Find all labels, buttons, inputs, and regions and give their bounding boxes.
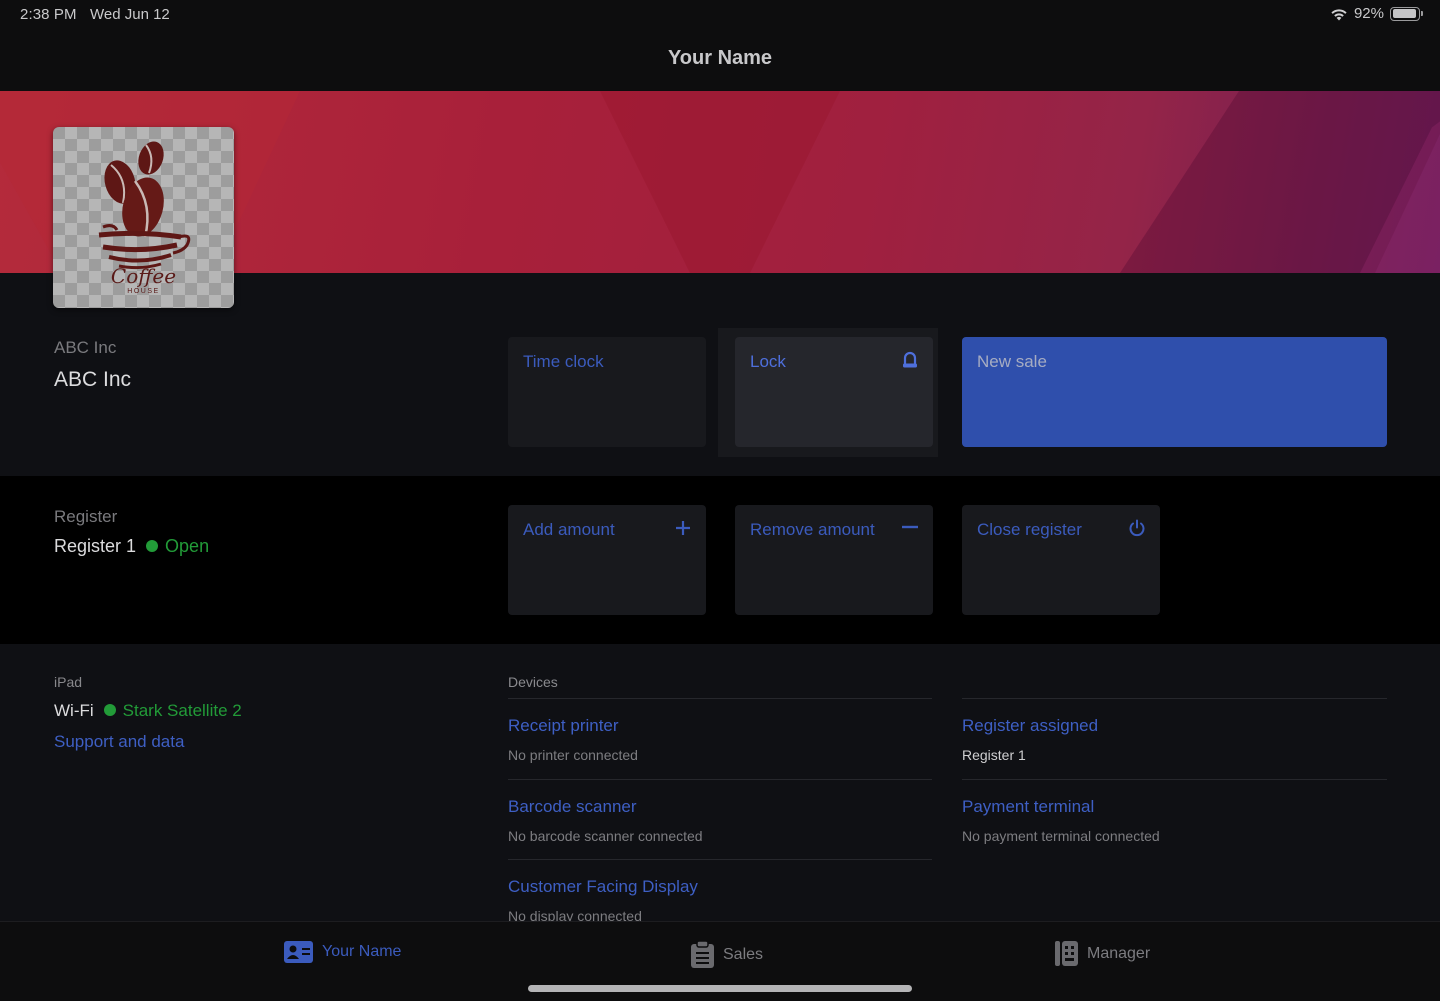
device-section: iPad Wi-Fi Stark Satellite 2 Support and … xyxy=(0,644,1440,921)
manager-binder-icon xyxy=(1055,941,1078,966)
divider xyxy=(508,698,932,699)
lock-button[interactable]: Lock xyxy=(735,337,933,447)
register-name: Register 1 xyxy=(54,536,137,556)
register-status: Open xyxy=(165,536,210,556)
payment-terminal-title[interactable]: Payment terminal xyxy=(962,797,1094,817)
banner-facet xyxy=(600,91,840,273)
divider xyxy=(962,698,1387,699)
wifi-label: Wi-Fi xyxy=(54,701,94,720)
minus-icon xyxy=(902,525,918,529)
time-clock-label: Time clock xyxy=(523,352,604,371)
lock-label: Lock xyxy=(750,352,786,371)
navigation-bar: Your Name xyxy=(0,30,1440,91)
page-title: Your Name xyxy=(667,47,773,69)
home-indicator[interactable] xyxy=(528,985,912,992)
receipt-printer-status: No printer connected xyxy=(508,747,638,763)
divider xyxy=(962,779,1387,780)
close-register-button[interactable]: Close register xyxy=(962,505,1160,615)
business-logo[interactable]: Coffee HOUSE xyxy=(53,127,234,308)
status-indicators: 92% xyxy=(1330,5,1423,22)
register-assigned-value: Register 1 xyxy=(962,747,1026,763)
status-dot-icon xyxy=(146,540,159,552)
barcode-scanner-status: No barcode scanner connected xyxy=(508,828,703,844)
register-status-row: Register 1 Open xyxy=(54,536,209,557)
logo-wordmark: Coffee xyxy=(110,264,177,288)
battery-icon xyxy=(1390,6,1423,21)
tab-your-name[interactable]: Your Name xyxy=(284,941,401,963)
support-and-data-link[interactable]: Support and data xyxy=(54,732,184,752)
barcode-scanner-title[interactable]: Barcode scanner xyxy=(508,797,637,817)
battery-fill xyxy=(1392,9,1416,18)
tab-bar: Your Name Sales Manager xyxy=(0,921,1440,1001)
status-bar: 2:38 PM Wed Jun 12 92% xyxy=(0,0,1440,30)
wifi-icon xyxy=(1331,8,1347,20)
battery-percent: 92% xyxy=(1353,5,1384,22)
power-icon xyxy=(1129,519,1145,537)
payment-terminal-status: No payment terminal connected xyxy=(962,828,1160,844)
new-sale-button[interactable]: New sale xyxy=(962,337,1387,447)
customer-display-title[interactable]: Customer Facing Display xyxy=(508,877,698,897)
tab-label: Your Name xyxy=(322,943,402,960)
add-amount-button[interactable]: Add amount xyxy=(508,505,706,615)
contact-card-icon xyxy=(284,941,313,963)
new-sale-label: New sale xyxy=(977,352,1047,371)
clipboard-icon xyxy=(691,941,714,968)
status-dot-icon xyxy=(103,704,116,716)
close-register-label: Close register xyxy=(977,520,1082,539)
customer-display-status: No display connected xyxy=(508,908,642,921)
remove-amount-label: Remove amount xyxy=(750,520,875,539)
device-label: iPad xyxy=(54,674,83,690)
plus-icon xyxy=(676,521,690,535)
wifi-status-row: Wi-Fi Stark Satellite 2 xyxy=(54,701,242,721)
receipt-printer-title[interactable]: Receipt printer xyxy=(508,716,619,736)
register-section xyxy=(0,476,1440,644)
status-date: Wed Jun 12 xyxy=(90,6,170,23)
status-time: 2:38 PM xyxy=(20,6,77,23)
business-label: ABC Inc xyxy=(54,338,117,357)
register-assigned-title[interactable]: Register assigned xyxy=(962,716,1098,736)
tab-label: Manager xyxy=(1087,944,1151,962)
lock-icon xyxy=(903,351,917,368)
wifi-network: Stark Satellite 2 xyxy=(122,701,242,720)
time-clock-button[interactable]: Time clock xyxy=(508,337,706,447)
add-amount-label: Add amount xyxy=(523,520,615,539)
devices-header: Devices xyxy=(508,674,558,690)
business-name: ABC Inc xyxy=(54,368,132,391)
logo-subtitle: HOUSE xyxy=(127,288,160,295)
tab-label: Sales xyxy=(723,945,764,963)
tab-sales[interactable]: Sales xyxy=(691,941,763,968)
register-label: Register xyxy=(54,507,118,526)
tab-manager[interactable]: Manager xyxy=(1055,941,1150,966)
divider xyxy=(508,779,932,780)
remove-amount-button[interactable]: Remove amount xyxy=(735,505,933,615)
divider xyxy=(508,859,932,860)
